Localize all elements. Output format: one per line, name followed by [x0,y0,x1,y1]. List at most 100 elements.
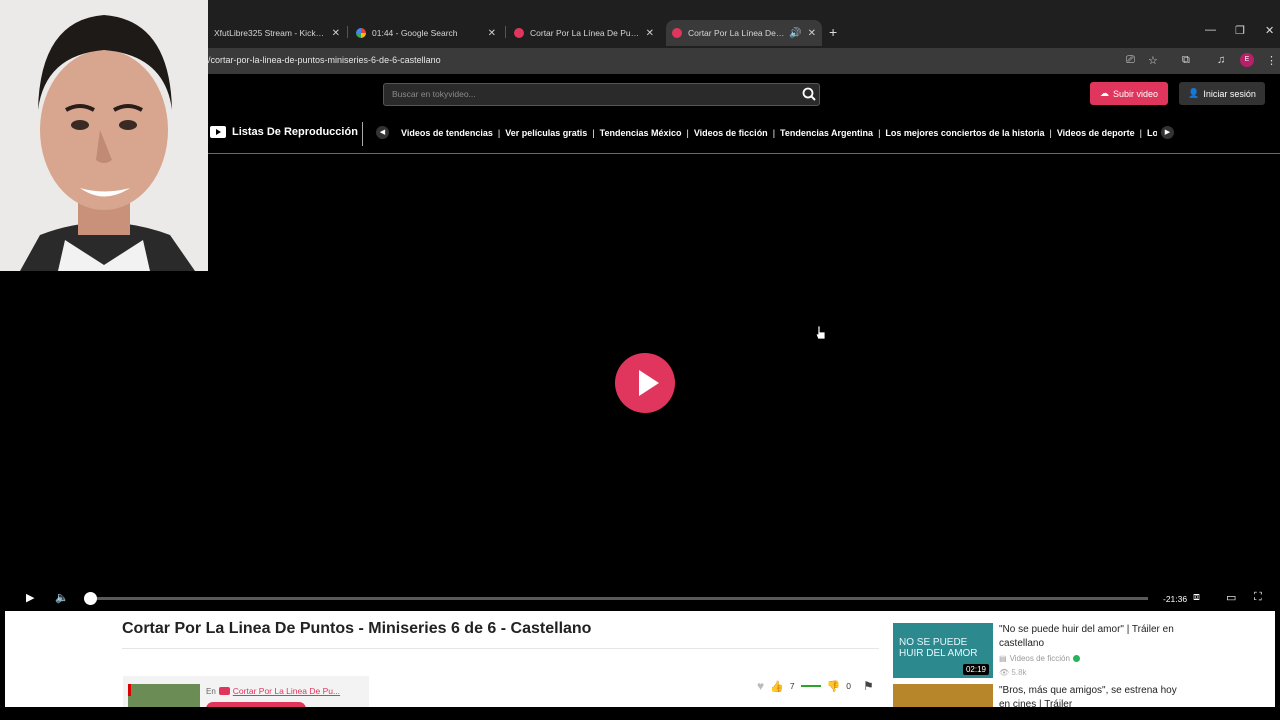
views-count: 5.8k [1011,668,1027,677]
playlist-icon [210,126,226,138]
site-favicon-icon [672,28,682,38]
person-face-image [0,0,208,271]
install-app-icon[interactable]: ⎚ [1126,54,1135,67]
browser-tab-active[interactable]: Cortar Por La Línea De Punt 🔊 ✕ [666,20,822,46]
duration-badge: 02:19 [962,664,989,675]
eye-icon: 👁 [999,668,1010,677]
close-icon[interactable]: ✕ [332,28,340,39]
category-link[interactable]: Videos de tendencias [401,128,493,138]
tab-title: XfutLibre325 Stream - Kick Dash [214,28,326,38]
category-link[interactable]: Tendencias México [600,128,682,138]
close-icon[interactable]: ✕ [808,28,816,39]
tab-title: Cortar Por La Línea De Punt [688,28,786,38]
category-link[interactable]: Videos de ficción [694,128,768,138]
related-title[interactable]: "Bros, más que amigos", se estrena hoy e… [999,684,1184,707]
search-placeholder: Buscar en tokyvideo... [392,89,476,99]
minimize-icon[interactable]: — [1205,24,1216,36]
browser-tab[interactable]: XfutLibre325 Stream - Kick Dash ✕ [208,22,346,44]
video-details: Cortar Por La Linea De Puntos - Miniseri… [5,611,1275,707]
webcam-overlay [0,0,208,271]
divider [122,648,879,649]
progress-handle[interactable] [84,592,97,605]
google-icon [356,28,366,38]
category-separator: | [878,128,881,138]
channel-link[interactable]: Cortar Por La Linea De Pu... [233,686,340,696]
dislikes-count: 0 [846,681,851,691]
category-list: Videos de tendencias | Ver películas grati… [401,128,1157,138]
extensions-icon[interactable]: ⧉ [1182,54,1190,67]
picture-in-picture-icon[interactable]: ⧈ [1193,591,1200,604]
browser-tab[interactable]: Cortar Por La Línea De Puntos ✕ [508,22,660,44]
cloud-upload-icon: ☁ [1099,88,1109,98]
category-separator: | [592,128,595,138]
big-play-button[interactable] [615,353,675,413]
login-label: Iniciar sesión [1203,88,1256,99]
player-controls: ▶ 🔈 -21:36 ⧈ ▭ ⛶ [0,585,1280,611]
vote-bar: ♥ 👍 7 👎 0 ⚑ [757,679,874,693]
menu-dots-icon[interactable]: ⋮ [1266,54,1277,67]
channel-box: En Cortar Por La Linea De Pu... [123,676,369,707]
user-icon: 👤 [1188,88,1200,98]
restore-icon[interactable]: ❐ [1235,24,1245,37]
site-favicon-icon [514,28,524,38]
chevron-left-icon[interactable]: ◀ [376,126,389,139]
flag-icon[interactable]: ⚑ [863,679,874,693]
related-thumbnail[interactable]: NO SE PUEDE HUIR DEL AMOR 02:19 [893,623,993,678]
category-link[interactable]: Tendencias Argentina [780,128,873,138]
profile-avatar[interactable]: E [1240,53,1254,67]
volume-icon[interactable]: 🔈 [55,591,69,604]
channel-thumbnail[interactable] [128,684,200,707]
related-thumbnail[interactable] [893,684,993,707]
url-field[interactable]: /cortar-por-la-linea-de-puntos-miniserie… [208,55,441,65]
login-button[interactable]: 👤 Iniciar sesión [1179,82,1265,105]
browser-tab[interactable]: 01:44 - Google Search ✕ [350,22,502,44]
category-link[interactable]: Los me [1147,128,1157,138]
category-link[interactable]: Los mejores conciertos de la historia [885,128,1044,138]
theater-mode-icon[interactable]: ▭ [1226,591,1236,604]
fullscreen-icon[interactable]: ⛶ [1254,591,1262,604]
progress-bar[interactable] [90,597,1148,600]
playlists-link[interactable]: Listas De Reproducción [210,126,358,138]
video-title: Cortar Por La Linea De Puntos - Miniseri… [122,620,592,637]
related-title[interactable]: "No se puede huir del amor" | Tráiler en… [999,623,1184,651]
close-icon[interactable]: ✕ [646,28,654,39]
new-tab-button[interactable]: + [829,24,837,40]
hand-cursor-icon [815,325,826,340]
thumbs-up-icon[interactable]: 👍 [770,680,784,693]
chevron-right-icon[interactable]: ▶ [1161,126,1174,139]
speaker-icon[interactable]: 🔊 [789,28,801,39]
category-separator: | [772,128,776,138]
related-video[interactable]: NO SE PUEDE HUIR DEL AMOR 02:19 "No se p… [893,623,1193,683]
tab-title: Cortar Por La Línea De Puntos [530,28,640,38]
category-separator: | [497,128,501,138]
bookmark-star-icon[interactable]: ☆ [1148,54,1158,67]
search-icon[interactable] [801,86,817,102]
playlists-label: Listas De Reproducción [232,126,358,138]
related-video[interactable]: "Bros, más que amigos", se estrena hoy e… [893,684,1193,707]
tab-title: 01:44 - Google Search [372,28,458,38]
channel-line: En Cortar Por La Linea De Pu... [206,686,340,696]
category-separator: | [1139,128,1143,138]
category-link[interactable]: Ver películas gratis [505,128,587,138]
category-link[interactable]: Videos de deporte [1057,128,1135,138]
time-remaining: -21:36 [1163,594,1188,604]
verified-check-icon [1072,655,1080,662]
category-icon: ▤ [999,654,1007,663]
close-window-icon[interactable]: ✕ [1265,24,1274,37]
related-category: ▤ Videos de ficción [999,654,1080,663]
play-icon[interactable]: ▶ [26,591,34,604]
thumbnail-art: NO SE PUEDE HUIR DEL AMOR [899,637,978,659]
channel-prefix: En [206,686,216,696]
category-separator: | [686,128,689,138]
subscribe-button[interactable] [206,702,306,707]
search-input[interactable]: Buscar en tokyvideo... [383,83,820,106]
related-views: 👁 5.8k [999,668,1027,677]
channel-badge-icon [218,687,230,695]
close-icon[interactable]: ✕ [488,28,496,39]
heart-icon[interactable]: ♥ [757,679,764,693]
media-control-icon[interactable]: ♫ [1217,54,1225,66]
category-separator: | [1049,128,1052,138]
upload-video-button[interactable]: ☁ Subir video [1090,82,1168,105]
category-label: Videos de ficción [1009,654,1070,663]
thumbs-down-icon[interactable]: 👎 [827,680,841,693]
